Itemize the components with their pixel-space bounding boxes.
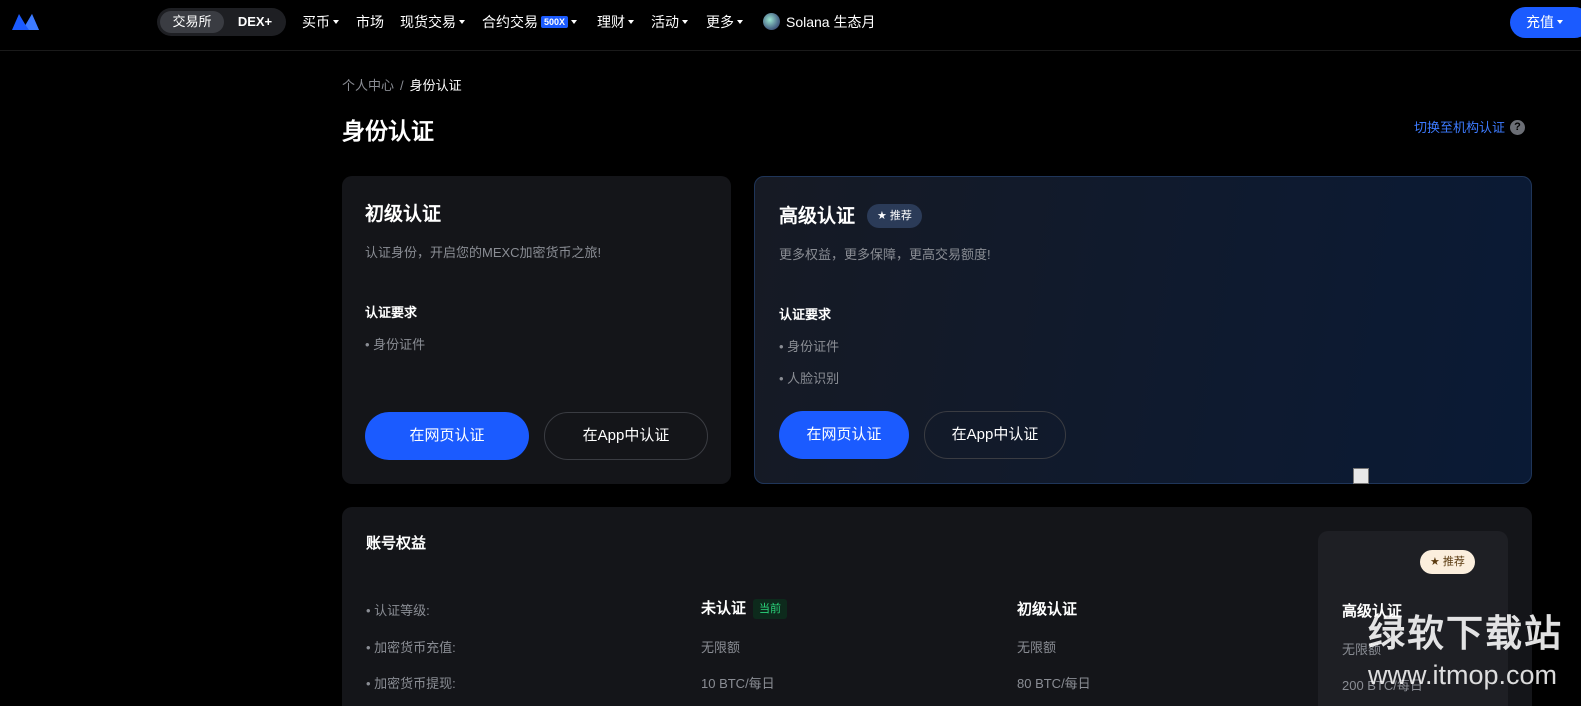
top-nav: 交易所 DEX+ 买币 市场 现货交易 合约交易 500X 理财 活动 更多 So… — [0, 0, 1581, 51]
basic-card-title: 初级认证 — [365, 204, 442, 225]
basic-requirements-title: 认证要求 — [365, 305, 418, 320]
page-title: 身份认证 — [342, 118, 434, 144]
nav-futures[interactable]: 合约交易 500X — [482, 12, 578, 32]
advanced-card-title: 高级认证 — [779, 206, 856, 227]
help-icon[interactable]: ? — [1510, 120, 1526, 136]
advanced-requirements-title: 认证要求 — [779, 307, 832, 322]
caret-down-icon — [628, 20, 634, 25]
nav-buy-crypto[interactable]: 买币 — [302, 12, 339, 32]
advanced-web-verify-button[interactable]: 在网页认证 — [779, 411, 909, 459]
breadcrumb-separator: / — [400, 78, 404, 93]
unverified-deposit-limit: 无限额 — [701, 640, 741, 655]
account-benefits-panel: ★ 推荐 账号权益 • 认证等级: • 加密货币充值: • 加密货币提现: 未认… — [342, 507, 1532, 706]
exchange-dex-switch: 交易所 DEX+ — [157, 8, 286, 36]
caret-down-icon — [682, 20, 688, 25]
broken-image-icon — [1353, 468, 1369, 484]
basic-deposit-limit: 无限额 — [1017, 640, 1057, 655]
watermark-url: www.itmop.com — [1368, 660, 1558, 690]
switch-to-institution-link[interactable]: 切换至机构认证? — [1414, 119, 1526, 137]
deposit-button[interactable]: 充值 — [1510, 7, 1581, 38]
breadcrumb-current: 身份认证 — [409, 78, 462, 93]
level-basic: 初级认证 — [1017, 601, 1078, 618]
nav-earn[interactable]: 理财 — [597, 12, 634, 32]
nav-markets[interactable]: 市场 — [356, 12, 384, 32]
switch-exchange[interactable]: 交易所 — [160, 11, 224, 33]
breadcrumb-home[interactable]: 个人中心 — [342, 78, 394, 93]
row-label-withdraw: • 加密货币提现: — [366, 676, 456, 691]
breadcrumb: 个人中心 / 身份认证 — [342, 77, 462, 95]
caret-down-icon — [571, 20, 578, 25]
basic-card-subtitle: 认证身份，开启您的MEXC加密货币之旅! — [365, 245, 602, 260]
advanced-card-subtitle: 更多权益，更多保障，更高交易额度! — [779, 247, 991, 262]
basic-withdraw-limit: 80 BTC/每日 — [1017, 676, 1091, 691]
current-tag: 当前 — [753, 599, 788, 620]
basic-verification-card: 初级认证 认证身份，开启您的MEXC加密货币之旅! 认证要求 • 身份证件 在网… — [342, 176, 731, 484]
leverage-badge: 500X — [541, 15, 569, 28]
advanced-requirement-face: • 人脸识别 — [779, 371, 840, 386]
advanced-app-verify-button[interactable]: 在App中认证 — [924, 411, 1066, 459]
recommended-badge: ★ 推荐 — [867, 204, 922, 228]
basic-app-verify-button[interactable]: 在App中认证 — [544, 412, 708, 460]
solana-icon — [763, 13, 780, 31]
mexc-logo-icon[interactable] — [10, 11, 41, 32]
row-label-deposit: • 加密货币充值: — [366, 640, 456, 655]
basic-web-verify-button[interactable]: 在网页认证 — [365, 412, 529, 460]
nav-events[interactable]: 活动 — [651, 12, 688, 32]
caret-down-icon — [737, 20, 743, 25]
advanced-verification-card: 高级认证 ★ 推荐 更多权益，更多保障，更高交易额度! 认证要求 • 身份证件 … — [754, 176, 1532, 484]
advanced-requirement-id: • 身份证件 — [779, 339, 840, 354]
basic-requirement-id: • 身份证件 — [365, 337, 426, 352]
nav-spot[interactable]: 现货交易 — [400, 12, 465, 32]
nav-solana[interactable]: Solana 生态月 — [763, 12, 875, 32]
level-unverified: 未认证 当前 — [701, 599, 788, 620]
row-label-level: • 认证等级: — [366, 603, 430, 618]
caret-down-icon — [333, 20, 339, 25]
nav-more[interactable]: 更多 — [706, 12, 743, 32]
watermark-title: 绿软下载站 — [1368, 613, 1563, 654]
benefits-title: 账号权益 — [366, 535, 427, 552]
switch-dex[interactable]: DEX+ — [227, 11, 283, 33]
caret-down-icon — [459, 20, 465, 25]
unverified-withdraw-limit: 10 BTC/每日 — [701, 676, 775, 691]
recommended-badge: ★ 推荐 — [1420, 550, 1475, 574]
caret-down-icon — [1557, 20, 1563, 25]
